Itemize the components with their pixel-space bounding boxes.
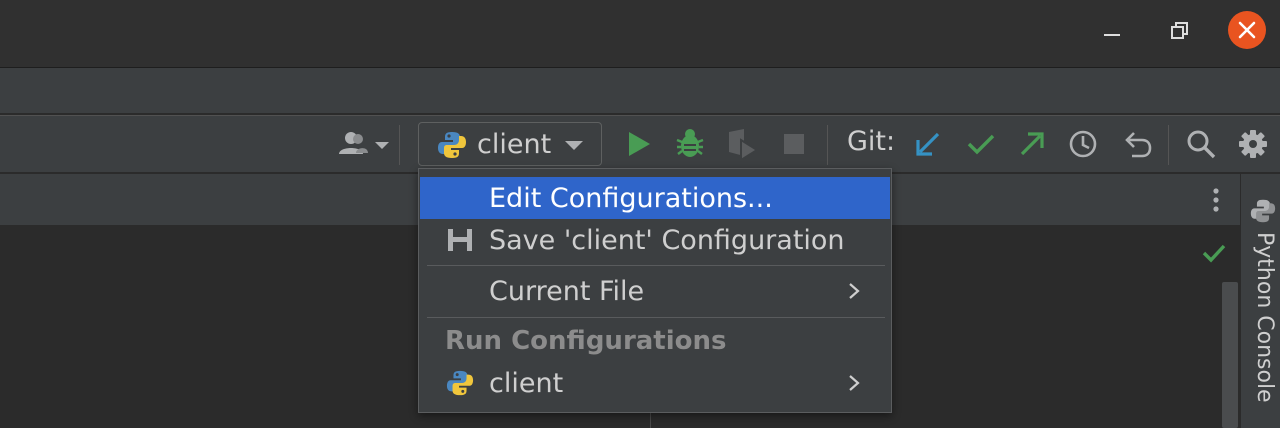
run-configuration-selector[interactable]: client	[418, 122, 602, 166]
menu-bar	[0, 68, 1280, 114]
config-item-client[interactable]: client	[420, 362, 890, 404]
python-console-icon[interactable]	[1250, 198, 1276, 224]
run-icon[interactable]	[624, 128, 654, 160]
maximize-icon[interactable]	[1162, 14, 1196, 48]
chevron-right-icon	[844, 281, 864, 301]
current-file-item[interactable]: Current File	[420, 270, 890, 312]
python-console-tab[interactable]: Python Console	[1247, 232, 1277, 412]
search-icon[interactable]	[1184, 127, 1218, 161]
editor-scrollbar[interactable]	[1222, 282, 1238, 428]
settings-icon[interactable]	[1236, 127, 1270, 161]
minimize-icon[interactable]	[1096, 26, 1128, 38]
toolbar-separator	[827, 125, 828, 165]
run-configurations-header: Run Configurations	[445, 326, 727, 356]
close-icon[interactable]	[1228, 11, 1266, 49]
stop-icon	[780, 130, 808, 158]
popup-separator	[427, 265, 885, 266]
user-icon[interactable]	[334, 128, 392, 160]
git-commit-icon[interactable]	[964, 128, 998, 160]
debug-icon[interactable]	[674, 126, 706, 160]
coverage-icon	[724, 126, 760, 162]
git-push-icon[interactable]	[1016, 128, 1048, 160]
toolbar-separator	[399, 125, 400, 165]
run-configuration-popup: Edit Configurations... Save 'client' Con…	[418, 168, 892, 413]
git-label: Git:	[847, 126, 896, 157]
git-update-icon[interactable]	[912, 128, 944, 160]
history-icon[interactable]	[1066, 127, 1100, 161]
popup-separator	[427, 317, 885, 318]
save-icon	[446, 226, 474, 254]
chevron-right-icon	[844, 373, 864, 393]
toolbar-separator	[1168, 125, 1169, 165]
python-icon	[446, 369, 474, 397]
run-configuration-name: client	[477, 129, 552, 160]
rollback-icon[interactable]	[1120, 127, 1154, 161]
save-configuration-item[interactable]: Save 'client' Configuration	[420, 219, 890, 261]
dropdown-caret-icon	[563, 137, 585, 153]
python-icon	[437, 130, 467, 160]
window-titlebar	[0, 0, 1280, 68]
more-options-icon[interactable]	[1204, 184, 1228, 216]
edit-configurations-item[interactable]: Edit Configurations...	[420, 177, 890, 219]
inspection-ok-icon	[1200, 240, 1228, 266]
